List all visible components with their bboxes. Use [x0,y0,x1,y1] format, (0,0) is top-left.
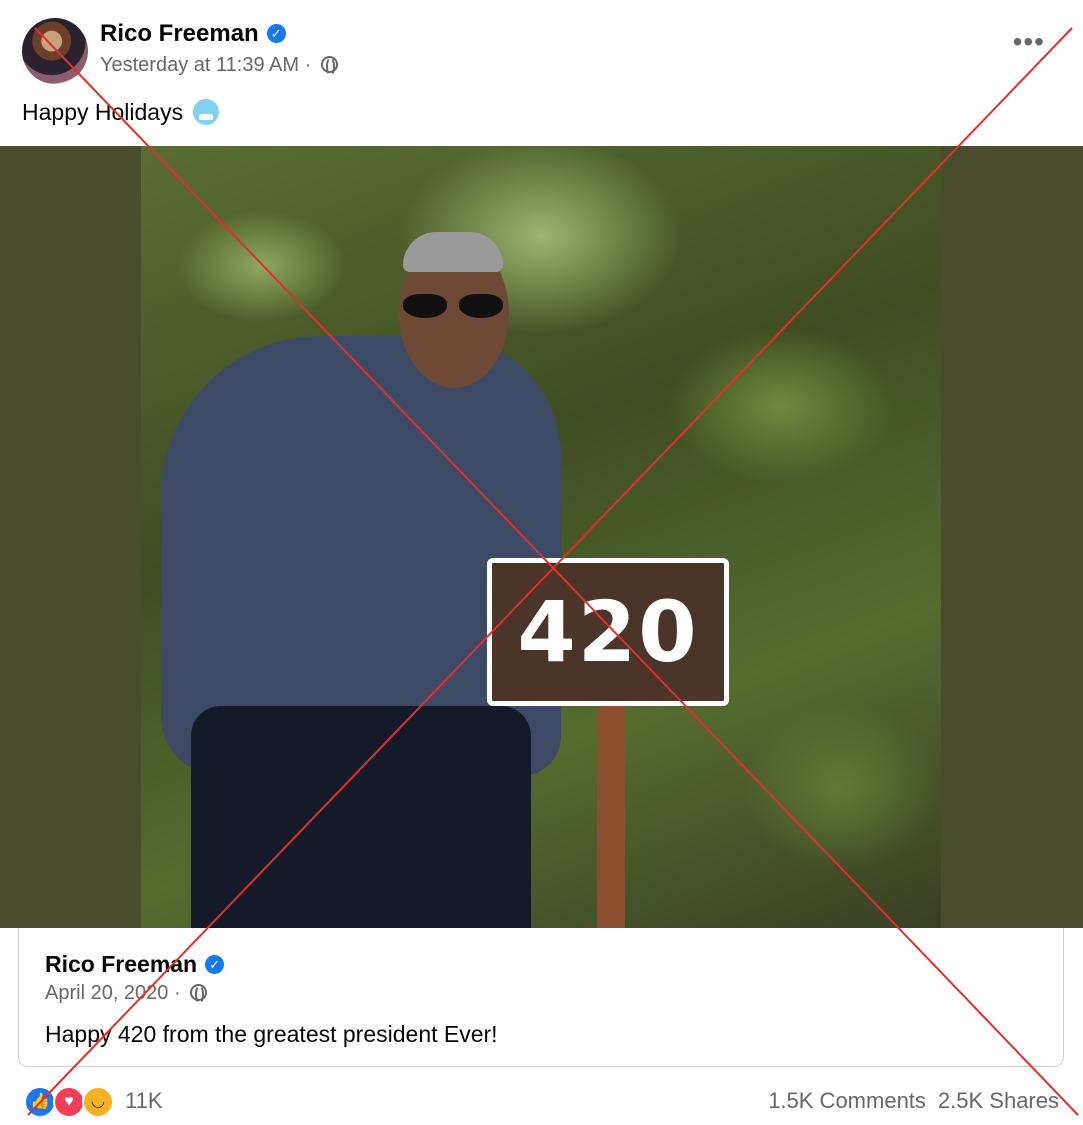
post-footer: 👍 ♥ ◡ 11K 1.5K Comments 2.5K Shares [0,1082,1083,1125]
author-avatar[interactable] [22,18,88,84]
trail-sign: 420 [487,558,729,706]
shared-post-meta: April 20, 2020 · [45,981,208,1005]
post-timestamp[interactable]: Yesterday at 11:39 AM [100,54,299,76]
post-caption: Happy Holidays [22,96,220,128]
sunglasses [403,294,503,320]
post-stats: 1.5K Comments 2.5K Shares [768,1088,1059,1114]
globe-icon[interactable] [320,56,338,76]
more-options-button[interactable]: ••• [1013,28,1045,56]
meta-separator: · [173,982,181,1004]
author-name[interactable]: Rico Freeman [100,20,259,47]
sign-number: 420 [517,583,699,681]
post-meta: Yesterday at 11:39 AM · [100,52,338,78]
love-icon: ♥ [53,1086,85,1118]
comments-count[interactable]: 1.5K Comments [768,1088,926,1113]
reaction-count[interactable]: 11K [125,1088,163,1114]
meta-separator: · [304,54,312,76]
shared-post-date[interactable]: April 20, 2020 [45,982,168,1004]
verified-badge-icon: ✓ [266,24,286,43]
globe-icon[interactable] [190,984,208,1004]
cold-face-emoji-icon [193,99,220,125]
haha-icon: ◡ [82,1086,114,1118]
like-icon: 👍 [24,1086,56,1118]
shared-post-card[interactable]: Rico Freeman ✓ April 20, 2020 · Happy 420… [18,928,1064,1067]
person-legs [191,706,531,928]
caption-text: Happy Holidays [22,99,184,125]
verified-badge-icon: ✓ [205,955,225,974]
shared-post-text: Happy 420 from the greatest president Ev… [45,1021,498,1047]
post-photo[interactable]: 420 [141,146,941,928]
shares-count[interactable]: 2.5K Shares [938,1088,1059,1113]
shared-author-name[interactable]: Rico Freeman [45,951,197,977]
sign-post [597,706,625,928]
shared-author-row: Rico Freeman ✓ [45,950,225,978]
person-hair [403,232,503,272]
post-header: Rico Freeman ✓ Yesterday at 11:39 AM · ••… [0,0,1083,90]
author-name-row: Rico Freeman ✓ [100,20,286,48]
